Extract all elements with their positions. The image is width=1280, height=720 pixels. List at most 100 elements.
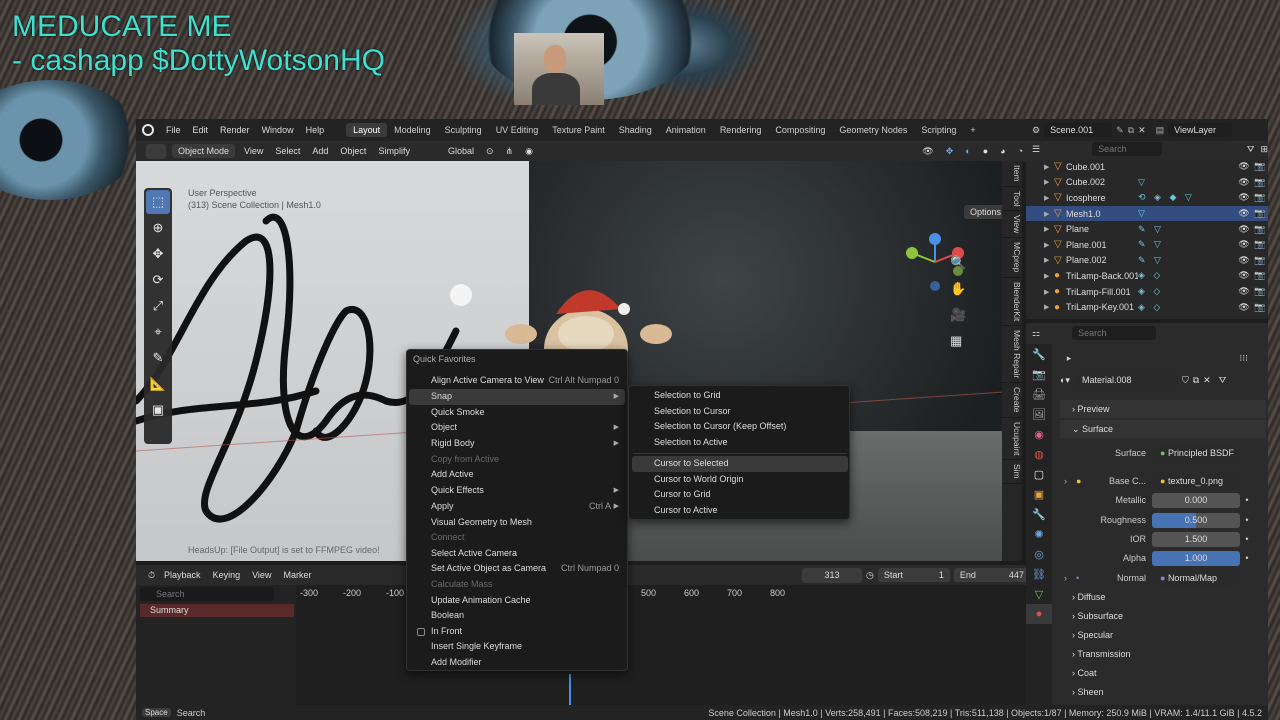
world-tab-icon[interactable]: ◍ [1026, 444, 1052, 464]
start-frame-field[interactable]: Start 1 [877, 568, 950, 582]
roughness-slider[interactable]: 0.500 [1152, 512, 1240, 528]
checkbox[interactable] [417, 628, 425, 636]
transmission-section[interactable]: › Transmission [1060, 645, 1266, 663]
close-icon[interactable]: ✕ [1138, 125, 1146, 136]
menu-object[interactable]: Object [337, 146, 369, 156]
summary-channel[interactable]: Summary [140, 604, 294, 617]
render-camera-icon[interactable]: 📷 [1252, 302, 1268, 313]
blender-logo-icon[interactable] [142, 124, 154, 136]
tab-shading[interactable]: Shading [612, 123, 659, 137]
annotate-tool-icon[interactable]: ✎ [146, 346, 170, 370]
zoom-icon[interactable]: 🔍 [950, 255, 966, 271]
material-name-field[interactable]: Material.008 [1073, 372, 1178, 388]
tab-scripting[interactable]: Scripting [914, 123, 963, 137]
eye-icon[interactable]: 👁 [1236, 177, 1252, 188]
timeline-search-input[interactable]: Search [140, 587, 274, 601]
render-camera-icon[interactable]: 📷 [1252, 255, 1268, 266]
menu-render[interactable]: Render [214, 125, 256, 135]
constraints-tab-icon[interactable]: ⛓ [1026, 564, 1052, 584]
menu-item[interactable]: In Front [409, 624, 625, 640]
material-sphere-icon[interactable]: ◐▾ [1060, 375, 1070, 386]
surface-shader-field[interactable]: ● Principled BSDF [1152, 445, 1240, 461]
expand-arrow-icon[interactable]: ▶ [1044, 241, 1054, 249]
menu-marker[interactable]: Marker [280, 570, 314, 580]
menu-keying[interactable]: Keying [210, 570, 244, 580]
rotate-tool-icon[interactable]: ⟳ [146, 268, 170, 292]
tab-tool[interactable]: Tool [1002, 187, 1022, 212]
material-tab-icon[interactable]: ● [1026, 604, 1052, 624]
snap-icon[interactable]: ⋔ [503, 146, 517, 157]
tab-rendering[interactable]: Rendering [713, 123, 769, 137]
pan-hand-icon[interactable]: ✋ [950, 281, 966, 297]
menu-view[interactable]: View [241, 146, 266, 156]
preview-section[interactable]: › Preview [1060, 400, 1266, 418]
specular-section[interactable]: › Specular [1060, 626, 1266, 644]
tab-layout[interactable]: Layout [346, 123, 388, 137]
expand-arrow-icon[interactable]: ▶ [1044, 303, 1054, 311]
playhead[interactable] [569, 674, 571, 705]
expand-arrow-icon[interactable]: ▶ [1044, 256, 1054, 264]
move-tool-icon[interactable]: ✥ [146, 242, 170, 266]
eye-icon[interactable]: 👁 [1236, 270, 1252, 281]
menu-item[interactable]: Object ▶ [409, 420, 625, 436]
keyframe-dot-icon[interactable]: • [1240, 515, 1254, 525]
sheen-section[interactable]: › Sheen [1060, 683, 1266, 701]
eye-icon[interactable]: 👁 [1236, 255, 1252, 266]
duplicate-icon[interactable]: ⧉ [1193, 375, 1199, 386]
render-camera-icon[interactable]: 📷 [1252, 224, 1268, 235]
render-camera-icon[interactable]: 📷 [1252, 239, 1268, 250]
add-workspace-button[interactable]: + [963, 123, 982, 137]
expand-arrow-icon[interactable]: ▶ [1044, 178, 1054, 186]
outliner-row[interactable]: ▶ ● TriLamp-Back.001 ◈ ◇ 👁 📷 [1026, 268, 1268, 284]
browse-slot-icon[interactable]: ⛛ [1219, 375, 1227, 386]
tab-sculpting[interactable]: Sculpting [438, 123, 489, 137]
shading-solid-icon[interactable]: ● [980, 146, 991, 156]
tab-blenderkit[interactable]: BlenderKit [1002, 278, 1022, 326]
gizmo-icon[interactable]: ✥ [943, 146, 957, 157]
expand-arrow-icon[interactable]: ▶ [1044, 210, 1054, 218]
tab-ucupaint[interactable]: Ucupaint [1002, 418, 1022, 461]
options-dropdown[interactable]: Options [964, 205, 1008, 219]
menu-item[interactable]: Quick Effects ▶ [409, 483, 625, 499]
add-cube-tool-icon[interactable]: ▣ [146, 398, 170, 422]
submenu-item[interactable]: Selection to Grid [632, 388, 848, 404]
tool-tab-icon[interactable]: 🔧 [1026, 344, 1052, 364]
eye-icon[interactable]: 👁 [1236, 286, 1252, 297]
render-camera-icon[interactable]: 📷 [1252, 270, 1268, 281]
ortho-grid-icon[interactable]: ▦ [950, 333, 966, 349]
menu-add[interactable]: Add [309, 146, 331, 156]
outliner-row[interactable]: ▶ ▽ Plane.001 ✎ ▽ 👁 📷 [1026, 237, 1268, 253]
modifier-tab-icon[interactable]: 🔧 [1026, 504, 1052, 524]
keyframe-dot-icon[interactable]: • [1240, 534, 1254, 544]
outliner-row[interactable]: ▶ ▽ Mesh1.0 ▽ 👁 📷 [1026, 205, 1268, 222]
tab-create[interactable]: Create [1002, 383, 1022, 418]
menu-item[interactable]: Rigid Body ▶ [409, 436, 625, 452]
submenu-item[interactable]: Cursor to Selected [632, 456, 848, 472]
menu-item[interactable]: Align Active Camera to View Ctrl Alt Nump… [409, 373, 625, 389]
base-color-texture-field[interactable]: ● texture_0.png [1152, 473, 1240, 489]
tab-mcprep[interactable]: MCprep [1002, 238, 1022, 278]
menu-timeline-view[interactable]: View [249, 570, 274, 580]
surface-section[interactable]: ⌄ Surface [1060, 420, 1266, 438]
outliner-row[interactable]: ▶ ● TriLamp-Key.001 ◈ ◇ 👁 📷 [1026, 299, 1268, 315]
tab-item[interactable]: Item [1002, 161, 1022, 187]
scene-tab-icon[interactable]: ◉ [1026, 424, 1052, 444]
render-camera-icon[interactable]: 📷 [1252, 161, 1268, 172]
menu-window[interactable]: Window [256, 125, 300, 135]
menu-item[interactable]: Insert Single Keyframe [409, 639, 625, 655]
menu-item[interactable]: Visual Geometry to Mesh [409, 515, 625, 531]
outliner-row[interactable]: ▶ ● TriLamp-Fill.001 ◈ ◇ 👁 📷 [1026, 284, 1268, 300]
view-layer-field[interactable]: ViewLayer [1168, 123, 1233, 137]
menu-item[interactable]: Quick Smoke [409, 405, 625, 421]
menu-item[interactable]: Add Modifier [409, 655, 625, 671]
select-box-icon[interactable] [146, 143, 166, 159]
eye-icon[interactable]: 👁 [1236, 302, 1252, 313]
tab-view[interactable]: View [1002, 211, 1022, 239]
shading-render-icon[interactable]: ◔ [1015, 146, 1026, 156]
submenu-item[interactable]: Selection to Cursor [632, 404, 848, 420]
view-layer-tab-icon[interactable]: 🖼 [1026, 404, 1052, 424]
properties-type-icon[interactable]: ⚏ [1032, 328, 1040, 339]
expand-icon[interactable]: ▸ [1062, 353, 1076, 364]
eye-icon[interactable]: 👁 [1236, 161, 1252, 172]
new-scene-icon[interactable]: ⧉ [1128, 125, 1134, 136]
